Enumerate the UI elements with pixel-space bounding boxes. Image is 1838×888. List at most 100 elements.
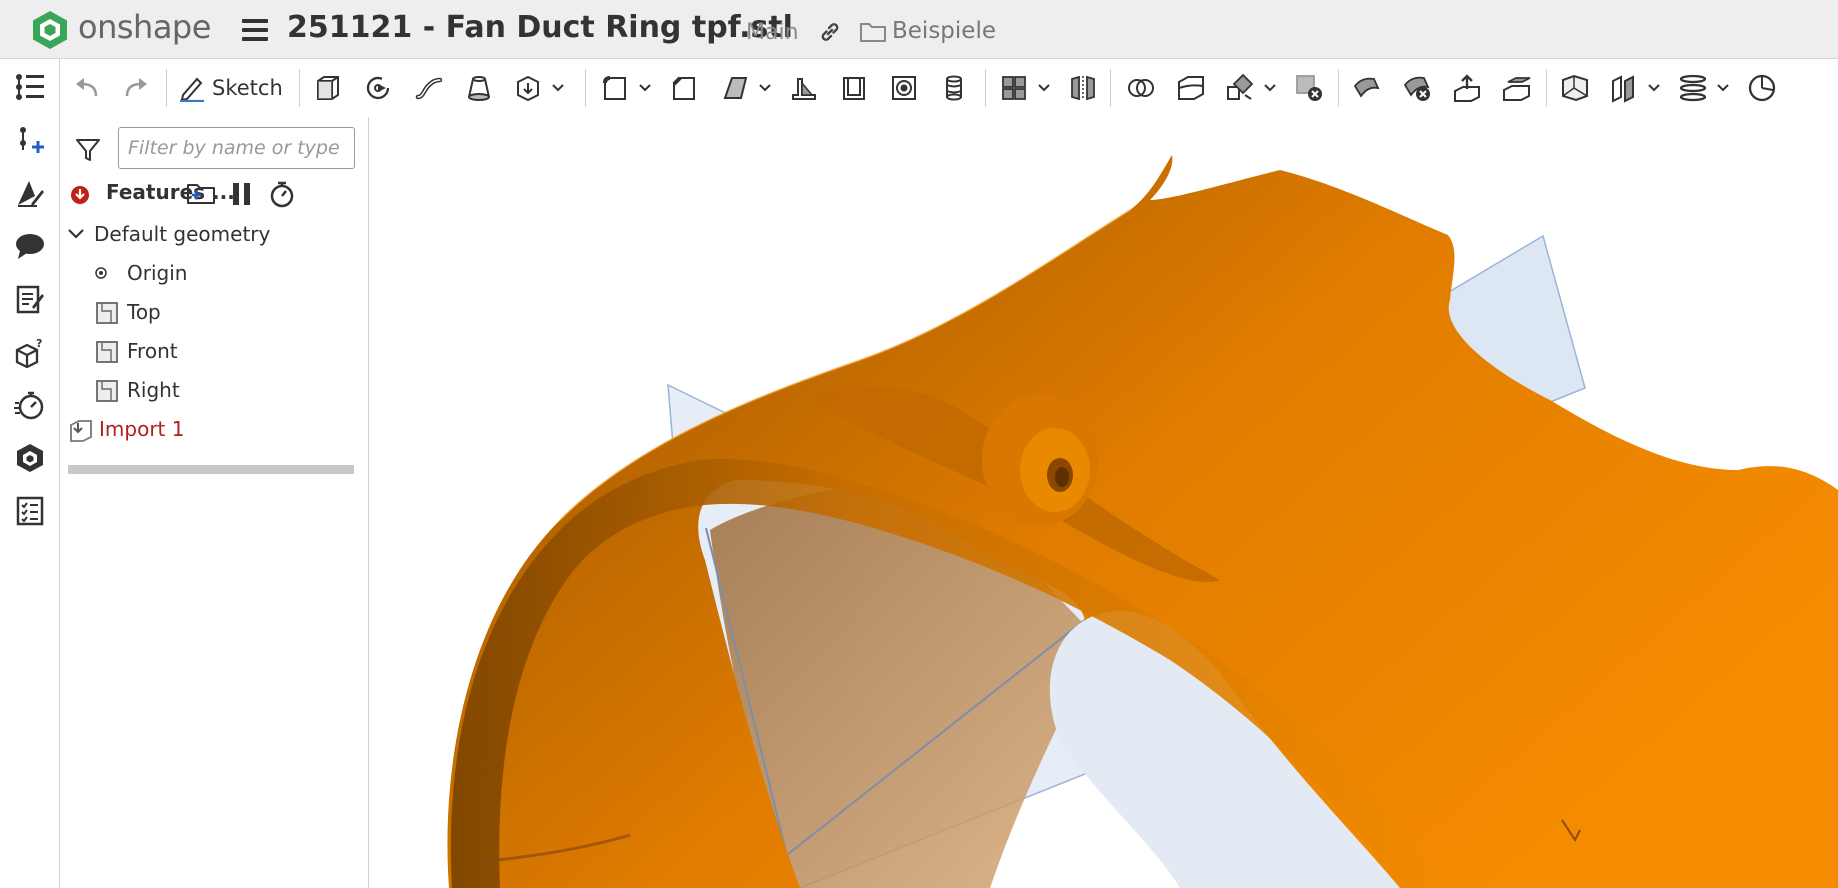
- undo-icon: [76, 78, 98, 97]
- redo-button[interactable]: [118, 70, 154, 106]
- default-geometry-group[interactable]: Default geometry: [61, 216, 369, 252]
- feature-tree-icon: [16, 74, 44, 100]
- plane-icon: [96, 341, 118, 363]
- revolve-button[interactable]: [360, 70, 396, 106]
- thread-button[interactable]: [936, 70, 972, 106]
- filter-input[interactable]: [118, 127, 355, 169]
- mirror-icon: [1071, 75, 1095, 101]
- app-store-button[interactable]: [12, 440, 48, 476]
- folder-icon[interactable]: [859, 21, 887, 43]
- replace-face-button[interactable]: [1499, 70, 1535, 106]
- link-icon[interactable]: [818, 20, 842, 44]
- more-dropdown[interactable]: [755, 70, 775, 106]
- rib-button[interactable]: [786, 70, 822, 106]
- mate-connector-button[interactable]: [1606, 70, 1642, 106]
- toolbar-separator: [985, 69, 986, 107]
- insert-feature-button[interactable]: [12, 122, 48, 158]
- origin-icon: [95, 267, 107, 279]
- model-canvas[interactable]: [370, 117, 1838, 888]
- pause-icon[interactable]: [231, 182, 253, 206]
- toolbar-separator: [166, 69, 167, 107]
- extrude-icon: [317, 76, 339, 100]
- tree-item-label: Origin: [127, 261, 188, 285]
- thicken-button[interactable]: [510, 70, 546, 106]
- branch-name[interactable]: Main: [746, 20, 799, 45]
- group-label: Default geometry: [94, 222, 271, 246]
- mirror-button[interactable]: [1065, 70, 1101, 106]
- more-dropdown[interactable]: [548, 70, 568, 106]
- folder-label[interactable]: Beispiele: [892, 18, 996, 44]
- plane-button[interactable]: [1557, 70, 1593, 106]
- loft-button[interactable]: [461, 70, 497, 106]
- sweep-icon: [415, 77, 443, 100]
- undo-button[interactable]: [69, 70, 105, 106]
- chevron-down-icon: [1648, 84, 1660, 92]
- onshape-logo-icon[interactable]: [30, 9, 70, 51]
- plane-icon: [96, 302, 118, 324]
- more-dropdown[interactable]: [1260, 70, 1280, 106]
- offset-surface-button[interactable]: [1349, 70, 1385, 106]
- extrude-button[interactable]: [310, 70, 346, 106]
- notes-button[interactable]: [12, 281, 48, 317]
- measure-button[interactable]: [1744, 70, 1780, 106]
- menu-bar: [242, 37, 268, 41]
- pattern-button[interactable]: [996, 70, 1032, 106]
- rollback-bar[interactable]: [68, 465, 354, 474]
- delete-part-icon: [1296, 75, 1322, 101]
- main-menu-button[interactable]: [242, 19, 268, 43]
- brand-name: onshape: [78, 8, 211, 46]
- left-rail: ?: [0, 59, 60, 888]
- chamfer-button[interactable]: [666, 70, 702, 106]
- sketch-button[interactable]: Sketch: [178, 70, 290, 106]
- comments-button[interactable]: [12, 228, 48, 264]
- plane-icon: [96, 380, 118, 402]
- document-title[interactable]: 251121 - Fan Duct Ring tpf.stl: [287, 10, 793, 45]
- pencil-triangle-icon: [18, 181, 44, 207]
- more-dropdown[interactable]: [1713, 70, 1733, 106]
- add-folder-icon[interactable]: [186, 180, 216, 206]
- rollback-error-icon[interactable]: [70, 185, 90, 205]
- more-dropdown[interactable]: [635, 70, 655, 106]
- graphics-viewport[interactable]: [370, 117, 1838, 888]
- feature-toolbar: Sketch: [61, 59, 1838, 117]
- transform-button[interactable]: [1222, 70, 1258, 106]
- filter-icon[interactable]: [75, 137, 101, 163]
- chevron-down-icon: [552, 84, 564, 92]
- task-list-button[interactable]: [12, 493, 48, 529]
- draft-button[interactable]: [717, 70, 753, 106]
- cube-question-icon: ?: [15, 337, 42, 368]
- feature-import-1[interactable]: Import 1: [61, 411, 369, 447]
- tree-item-right[interactable]: Right: [61, 372, 369, 408]
- split-button[interactable]: [1173, 70, 1209, 106]
- delete-face-button[interactable]: [1399, 70, 1435, 106]
- more-dropdown[interactable]: [1034, 70, 1054, 106]
- plane-icon: [1562, 74, 1588, 102]
- sweep-button[interactable]: [411, 70, 447, 106]
- stopwatch-icon[interactable]: [268, 180, 296, 208]
- performance-button[interactable]: [12, 387, 48, 423]
- helix-icon: [1679, 74, 1707, 102]
- toolbar-separator: [1110, 69, 1111, 107]
- sketch-tools-button[interactable]: [12, 175, 48, 211]
- tree-item-origin[interactable]: Origin: [61, 255, 369, 291]
- delete-part-button[interactable]: [1291, 70, 1327, 106]
- chamfer-icon: [672, 76, 695, 100]
- cylinder-icon: [946, 75, 962, 101]
- loft-icon: [468, 76, 490, 101]
- fillet-button[interactable]: [597, 70, 633, 106]
- split-icon: [1178, 76, 1204, 100]
- more-dropdown[interactable]: [1644, 70, 1664, 106]
- move-face-button[interactable]: [1450, 70, 1486, 106]
- chevron-down-icon[interactable]: [67, 227, 85, 241]
- toolbar-separator: [585, 69, 586, 107]
- hole-button[interactable]: [886, 70, 922, 106]
- shell-icon: [843, 77, 865, 100]
- redo-icon: [125, 78, 147, 97]
- feature-list-button[interactable]: [12, 69, 48, 105]
- configurations-button[interactable]: ?: [12, 334, 48, 370]
- boolean-button[interactable]: [1123, 70, 1159, 106]
- shell-button[interactable]: [836, 70, 872, 106]
- tree-item-top[interactable]: Top: [61, 294, 369, 330]
- helix-button[interactable]: [1675, 70, 1711, 106]
- tree-item-front[interactable]: Front: [61, 333, 369, 369]
